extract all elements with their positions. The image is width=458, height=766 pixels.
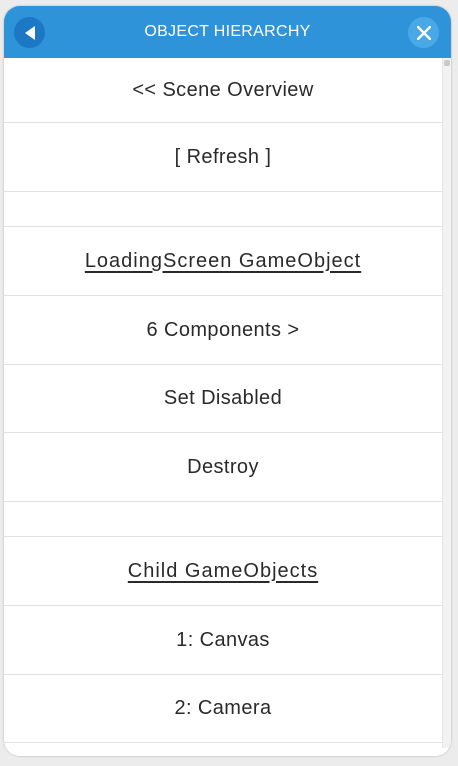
close-icon <box>416 25 431 40</box>
gameobject-heading-label: LoadingScreen GameObject <box>84 249 362 272</box>
components-button[interactable]: 6 Components > <box>4 296 442 365</box>
refresh-label: [ Refresh ] <box>174 145 272 168</box>
destroy-button[interactable]: Destroy <box>4 433 442 502</box>
vertical-scrollbar[interactable] <box>442 58 451 748</box>
hierarchy-list: << Scene Overview [ Refresh ] LoadingScr… <box>4 58 442 748</box>
child-item-camera-label: 2: Camera <box>174 697 272 719</box>
close-button[interactable] <box>408 17 439 48</box>
set-disabled-button[interactable]: Set Disabled <box>4 365 442 433</box>
spacer-row <box>4 192 442 227</box>
destroy-label: Destroy <box>187 455 259 478</box>
scene-overview-link[interactable]: << Scene Overview <box>4 58 442 123</box>
scene-overview-label: << Scene Overview <box>132 78 314 101</box>
components-label: 6 Components > <box>146 318 300 341</box>
gameobject-heading: LoadingScreen GameObject <box>4 227 442 296</box>
child-item-camera[interactable]: 2: Camera <box>4 675 442 743</box>
child-item-canvas-label: 1: Canvas <box>176 628 270 651</box>
child-gameobjects-label: Child GameObjects <box>127 559 319 582</box>
panel-bottom-edge <box>4 748 451 756</box>
child-gameobjects-heading: Child GameObjects <box>4 537 442 606</box>
object-hierarchy-panel: OBJECT HIERARCHY << Scene Overview [ Ref… <box>4 6 451 756</box>
child-item-canvas[interactable]: 1: Canvas <box>4 606 442 675</box>
refresh-button[interactable]: [ Refresh ] <box>4 123 442 192</box>
panel-title: OBJECT HIERARCHY <box>144 23 311 40</box>
scrollbar-thumb[interactable] <box>444 60 450 66</box>
back-arrow-icon <box>24 25 35 40</box>
back-button[interactable] <box>14 17 45 48</box>
spacer-row <box>4 502 442 537</box>
panel-header: OBJECT HIERARCHY <box>4 6 451 58</box>
set-disabled-label: Set Disabled <box>163 387 283 409</box>
